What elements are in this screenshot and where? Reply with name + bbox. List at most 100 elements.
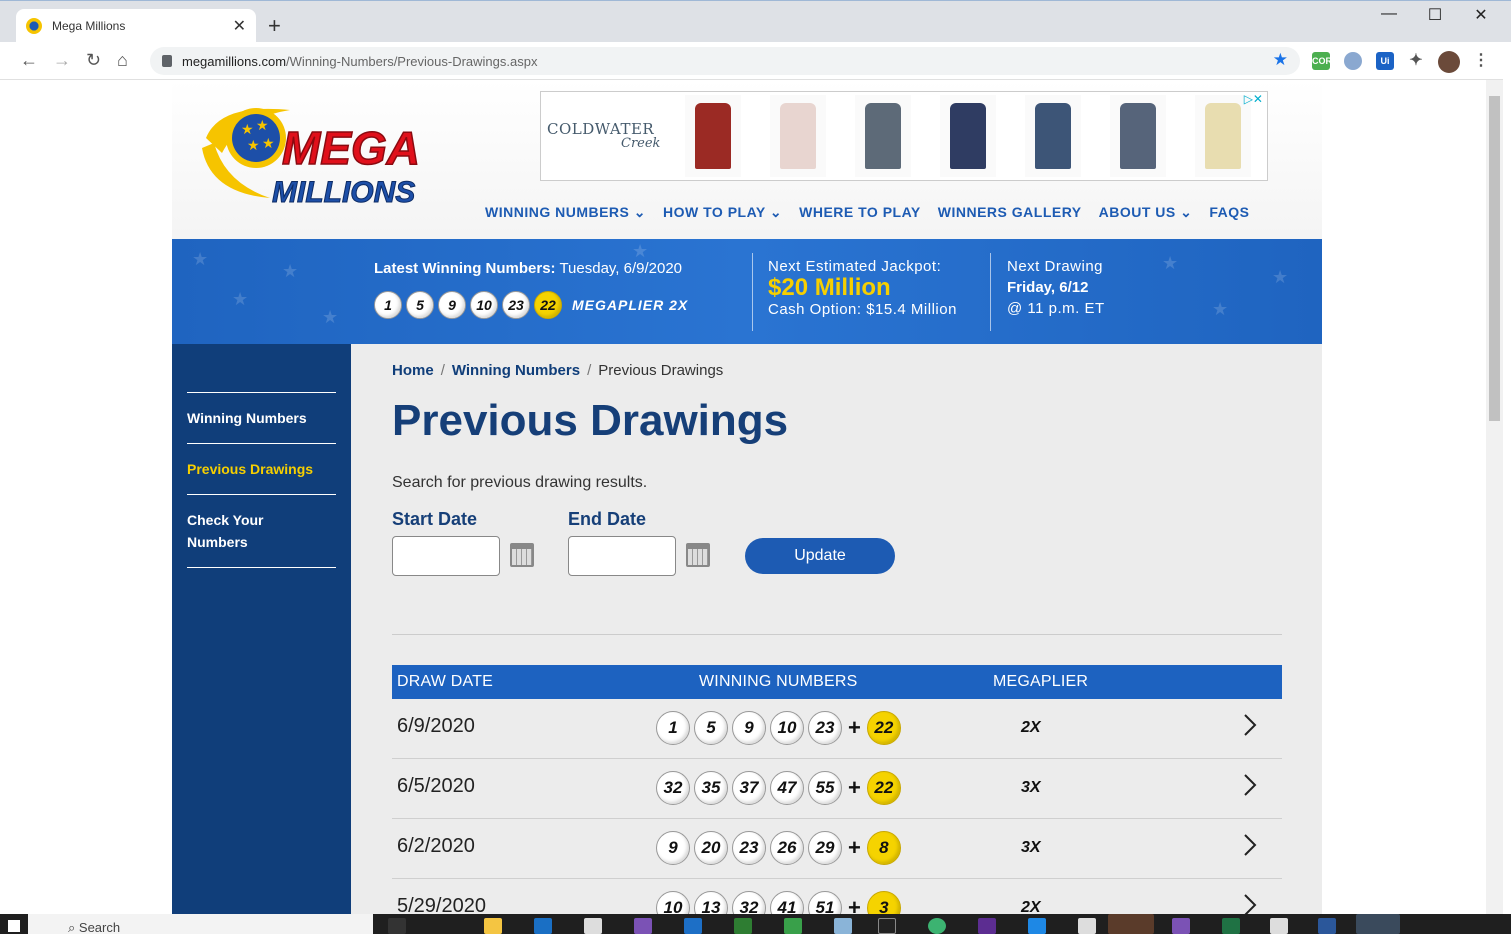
- end-date-input[interactable]: [568, 536, 676, 576]
- extension-icon[interactable]: [1344, 52, 1362, 70]
- svg-text:★: ★: [241, 121, 254, 137]
- uipath-extension-icon[interactable]: Ui: [1376, 52, 1394, 70]
- close-tab-icon[interactable]: ✕: [233, 16, 246, 36]
- address-bar[interactable]: megamillions.com/Winning-Numbers/Previou…: [150, 47, 1300, 75]
- mail-icon[interactable]: [684, 918, 702, 934]
- app-icon[interactable]: [784, 918, 802, 934]
- ad-product-image[interactable]: [1025, 95, 1081, 177]
- white-ball: 55: [808, 771, 842, 805]
- nav-winners-gallery[interactable]: WINNERS GALLERY: [938, 204, 1082, 221]
- ad-product-image[interactable]: [1110, 95, 1166, 177]
- new-tab-icon[interactable]: +: [268, 13, 281, 39]
- update-button[interactable]: Update: [745, 538, 895, 574]
- visual-studio-icon[interactable]: [634, 918, 652, 934]
- mega-millions-favicon-icon: [26, 18, 42, 34]
- breadcrumb: Home / Winning Numbers / Previous Drawings: [392, 362, 724, 379]
- sidebar-item-winning-numbers[interactable]: Winning Numbers: [187, 407, 307, 429]
- app-icon[interactable]: [928, 918, 946, 934]
- sidebar-item-previous-drawings[interactable]: Previous Drawings: [187, 458, 313, 480]
- file-explorer-icon[interactable]: [484, 918, 502, 934]
- plus-icon: +: [848, 835, 861, 860]
- chevron-right-icon[interactable]: [1240, 773, 1260, 797]
- visual-studio-icon[interactable]: [1172, 918, 1190, 934]
- ad-choices-close-icon[interactable]: ▷✕: [1244, 92, 1263, 106]
- page-scrollbar[interactable]: [1486, 80, 1503, 914]
- next-drawing-time: @ 11 p.m. ET: [1007, 300, 1105, 317]
- puzzle-extensions-icon[interactable]: ✦: [1407, 52, 1425, 70]
- uipath-taskbar-active[interactable]: [1356, 914, 1400, 934]
- app-icon[interactable]: [734, 918, 752, 934]
- home-icon[interactable]: ⌂: [117, 50, 128, 71]
- close-window-icon[interactable]: ✕: [1458, 5, 1504, 25]
- white-ball: 51: [808, 891, 842, 914]
- maximize-icon[interactable]: ☐: [1412, 5, 1458, 25]
- nav-where-to-play[interactable]: WHERE TO PLAY: [799, 204, 921, 221]
- menu-kebab-icon[interactable]: ⋮: [1472, 52, 1490, 70]
- app-icon[interactable]: [834, 918, 852, 934]
- excel-icon[interactable]: [1222, 918, 1240, 934]
- start-date-calendar-icon[interactable]: [510, 543, 534, 567]
- white-ball: 5: [406, 291, 434, 319]
- bookmark-star-icon[interactable]: ★: [1273, 50, 1288, 70]
- ad-product-image[interactable]: [1195, 95, 1251, 177]
- back-icon[interactable]: ←: [20, 50, 38, 71]
- megaplier-value: 3X: [1021, 839, 1041, 856]
- nav-how-to-play[interactable]: HOW TO PLAY ⌄: [663, 204, 782, 221]
- ad-product-image[interactable]: [940, 95, 996, 177]
- winning-numbers: 32 35 37 47 55 +22: [656, 771, 905, 805]
- chevron-right-icon[interactable]: [1240, 713, 1260, 737]
- start-date-input[interactable]: [392, 536, 500, 576]
- table-row[interactable]: 5/29/2020 10 13 32 41 51 +3 2X: [392, 879, 1282, 914]
- white-ball: 10: [656, 891, 690, 914]
- table-row[interactable]: 6/9/2020 1 5 9 10 23 +22 2X: [392, 699, 1282, 759]
- table-row[interactable]: 6/5/2020 32 35 37 47 55 +22 3X: [392, 759, 1282, 819]
- main-navigation: WINNING NUMBERS ⌄ HOW TO PLAY ⌄ WHERE TO…: [485, 204, 1267, 221]
- word-icon[interactable]: [1318, 918, 1336, 934]
- reload-icon[interactable]: ↻: [86, 50, 101, 71]
- edge-icon[interactable]: [534, 918, 552, 934]
- app-icon[interactable]: [978, 918, 996, 934]
- minimize-icon[interactable]: —: [1366, 5, 1412, 23]
- taskbar-search-input[interactable]: ⌕ Search: [28, 914, 373, 934]
- forward-icon[interactable]: →: [53, 50, 71, 71]
- white-ball: 9: [732, 711, 766, 745]
- chrome-taskbar-active[interactable]: [1108, 914, 1154, 934]
- white-ball: 20: [694, 831, 728, 865]
- mega-millions-logo[interactable]: ★ ★ ★ ★ MEGA MILLIONS: [200, 98, 440, 213]
- terminal-icon[interactable]: [878, 918, 896, 934]
- nav-winning-numbers[interactable]: WINNING NUMBERS ⌄: [485, 204, 646, 221]
- winning-numbers: 1 5 9 10 23 +22: [656, 711, 905, 745]
- task-view-icon[interactable]: [388, 918, 406, 934]
- chevron-right-icon[interactable]: [1240, 833, 1260, 857]
- vscode-icon[interactable]: [1028, 918, 1046, 934]
- white-ball: 1: [656, 711, 690, 745]
- winning-numbers: 10 13 32 41 51 +3: [656, 891, 905, 914]
- breadcrumb-winning-numbers[interactable]: Winning Numbers: [452, 362, 580, 379]
- breadcrumb-home[interactable]: Home: [392, 362, 434, 379]
- winning-numbers: 9 20 23 26 29 +8: [656, 831, 905, 865]
- store-icon[interactable]: [584, 918, 602, 934]
- white-ball: 41: [770, 891, 804, 914]
- cors-extension-icon[interactable]: CORS: [1312, 52, 1338, 70]
- ad-product-image[interactable]: [685, 95, 741, 177]
- windows-start-icon[interactable]: [8, 920, 20, 932]
- nav-about-us[interactable]: ABOUT US ⌄: [1099, 204, 1193, 221]
- end-date-calendar-icon[interactable]: [686, 543, 710, 567]
- advertisement-banner[interactable]: COLDWATER Creek ▷✕: [540, 91, 1268, 181]
- profile-avatar[interactable]: [1438, 51, 1460, 73]
- app-icon[interactable]: [1078, 918, 1096, 934]
- ad-product-image[interactable]: [770, 95, 826, 177]
- megaplier-value: 2X: [1021, 719, 1041, 736]
- banner-megaplier: MEGAPLIER 2X: [572, 297, 689, 313]
- nav-faqs[interactable]: FAQS: [1209, 204, 1249, 221]
- white-ball: 23: [502, 291, 530, 319]
- browser-tab[interactable]: Mega Millions ✕: [16, 9, 256, 43]
- app-icon[interactable]: [1270, 918, 1288, 934]
- mega-ball: 3: [866, 891, 901, 914]
- white-ball: 47: [770, 771, 804, 805]
- chevron-right-icon[interactable]: [1240, 893, 1260, 914]
- ad-product-image[interactable]: [855, 95, 911, 177]
- sidebar-item-check-your-numbers[interactable]: Check Your Numbers: [187, 509, 297, 553]
- end-date-label: End Date: [568, 509, 647, 529]
- table-row[interactable]: 6/2/2020 9 20 23 26 29 +8 3X: [392, 819, 1282, 879]
